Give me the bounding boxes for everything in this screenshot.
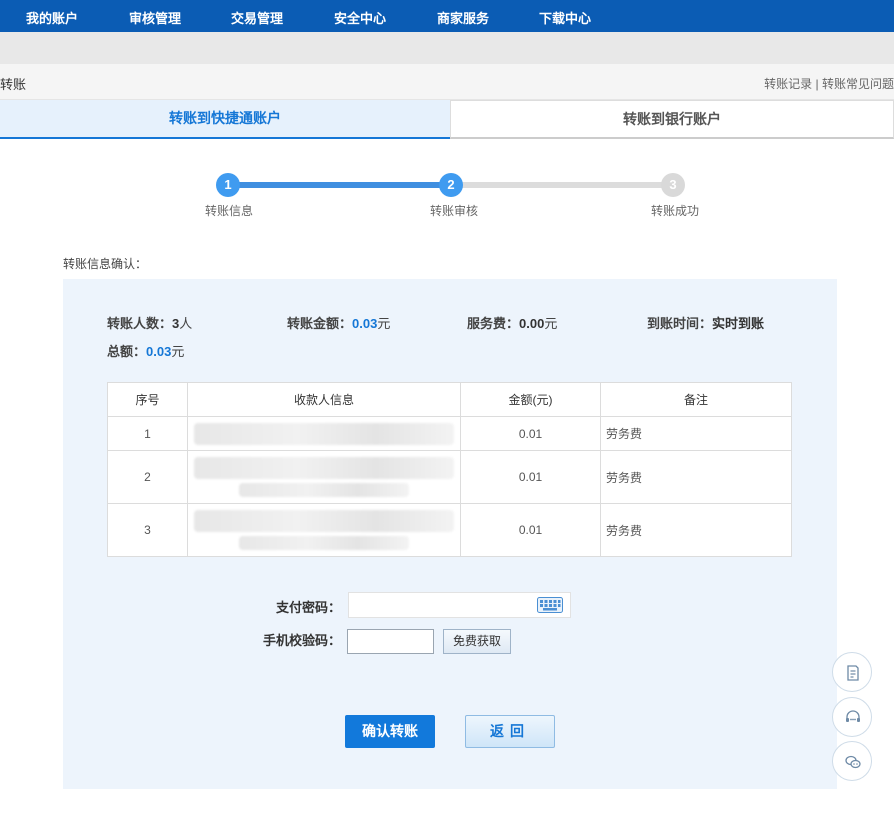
payee-info-redacted (187, 450, 461, 504)
row-no: 1 (107, 416, 188, 451)
row-amount: 0.01 (460, 503, 601, 557)
customer-service-float-button[interactable] (832, 697, 872, 737)
step-1-dot: 1 (216, 173, 240, 197)
header-no: 序号 (107, 382, 188, 417)
header-payee: 收款人信息 (187, 382, 461, 417)
summary-amount-unit: 元 (377, 316, 391, 331)
summary-amount-label: 转账金额： (287, 316, 353, 331)
get-code-button[interactable]: 免费获取 (443, 629, 511, 654)
summary-arrival-value: 实时到账 (712, 316, 765, 331)
summary-arrival: 到账时间：实时到账 (647, 313, 764, 332)
transfer-tabs: 转账到快捷通账户 转账到银行账户 (0, 100, 894, 139)
tab-transfer-to-bank[interactable]: 转账到银行账户 (450, 100, 894, 139)
summary-total-unit: 元 (171, 344, 185, 359)
step-progress: 1 2 3 转账信息 转账审核 转账成功 (0, 170, 894, 220)
back-button[interactable]: 返回 (465, 715, 555, 748)
transfer-records-link[interactable]: 转账记录 (764, 77, 812, 91)
page-header: 转账 转账记录 | 转账常见问题 (0, 64, 894, 100)
row-no: 3 (107, 503, 188, 557)
chat-icon (845, 755, 861, 769)
step-3-label: 转账成功 (650, 204, 699, 218)
top-navigation: 我的账户 审核管理 交易管理 安全中心 商家服务 下载中心 (0, 0, 894, 32)
summary-total-label: 总额： (107, 344, 147, 359)
payee-info-redacted (187, 416, 461, 451)
step-3-dot: 3 (661, 173, 685, 197)
chat-float-button[interactable] (832, 741, 872, 781)
summary-fee-label: 服务费： (467, 316, 520, 331)
confirm-section-title: 转账信息确认： (63, 257, 148, 271)
table-row: 1 0.01 劳务费 (107, 416, 792, 451)
redacted-blur (239, 536, 409, 550)
redacted-blur (194, 457, 454, 479)
table-row: 2 0.01 劳务费 (107, 450, 792, 504)
table-header-row: 序号 收款人信息 金额(元) 备注 (107, 382, 792, 417)
nav-download-center[interactable]: 下载中心 (539, 8, 591, 27)
nav-merchant-services[interactable]: 商家服务 (437, 8, 489, 27)
header-links: 转账记录 | 转账常见问题 (764, 75, 894, 92)
progress-bar-remaining (452, 182, 674, 188)
nav-security-center[interactable]: 安全中心 (334, 8, 386, 27)
summary-total-value: 0.03 (146, 344, 172, 359)
document-icon (847, 665, 859, 681)
row-note: 劳务费 (600, 450, 792, 504)
nav-my-account[interactable]: 我的账户 (26, 8, 78, 27)
page-title: 转账 (0, 77, 27, 92)
step-1-label: 转账信息 (204, 204, 253, 218)
row-no: 2 (107, 450, 188, 504)
payee-table: 序号 收款人信息 金额(元) 备注 1 0.01 劳务费 2 0.01 劳务费 … (107, 382, 792, 557)
summary-count-label: 转账人数： (107, 316, 173, 331)
summary-count-unit: 人 (179, 316, 193, 331)
step-2-dot: 2 (439, 173, 463, 197)
step-2-label: 转账审核 (429, 204, 478, 218)
summary-fee-value: 0.00 (519, 316, 545, 331)
customer-service-icon (846, 710, 860, 722)
sms-code-input[interactable] (347, 629, 434, 654)
document-float-button[interactable] (832, 652, 872, 692)
nav-review-management[interactable]: 审核管理 (129, 8, 181, 27)
summary-fee: 服务费：0.00元 (467, 313, 557, 332)
keyboard-icon[interactable] (537, 597, 563, 613)
redacted-blur (194, 510, 454, 532)
sub-navigation-bar (0, 32, 894, 64)
row-note: 劳务费 (600, 503, 792, 557)
confirm-transfer-button[interactable]: 确认转账 (345, 715, 435, 748)
link-separator: | (812, 77, 822, 91)
nav-trade-management[interactable]: 交易管理 (231, 8, 283, 27)
payee-info-redacted (187, 503, 461, 557)
summary-arrival-label: 到账时间： (647, 316, 713, 331)
tab-transfer-to-account[interactable]: 转账到快捷通账户 (0, 100, 450, 139)
summary-fee-unit: 元 (544, 316, 558, 331)
redacted-blur (194, 422, 454, 445)
header-note: 备注 (600, 382, 792, 417)
summary-amount-value: 0.03 (352, 316, 378, 331)
progress-bar-done (228, 182, 452, 188)
sms-code-label: 手机校验码： (262, 633, 341, 648)
row-amount: 0.01 (460, 450, 601, 504)
summary-count: 转账人数：3人 (107, 313, 192, 332)
password-label: 支付密码： (275, 600, 341, 615)
row-amount: 0.01 (460, 416, 601, 451)
table-row: 3 0.01 劳务费 (107, 503, 792, 557)
summary-total: 总额：0.03元 (107, 341, 184, 360)
summary-amount: 转账金额：0.03元 (287, 313, 390, 332)
row-note: 劳务费 (600, 416, 792, 451)
redacted-blur (239, 483, 409, 497)
transfer-faq-link[interactable]: 转账常见问题 (822, 77, 894, 91)
header-amount: 金额(元) (460, 382, 601, 417)
